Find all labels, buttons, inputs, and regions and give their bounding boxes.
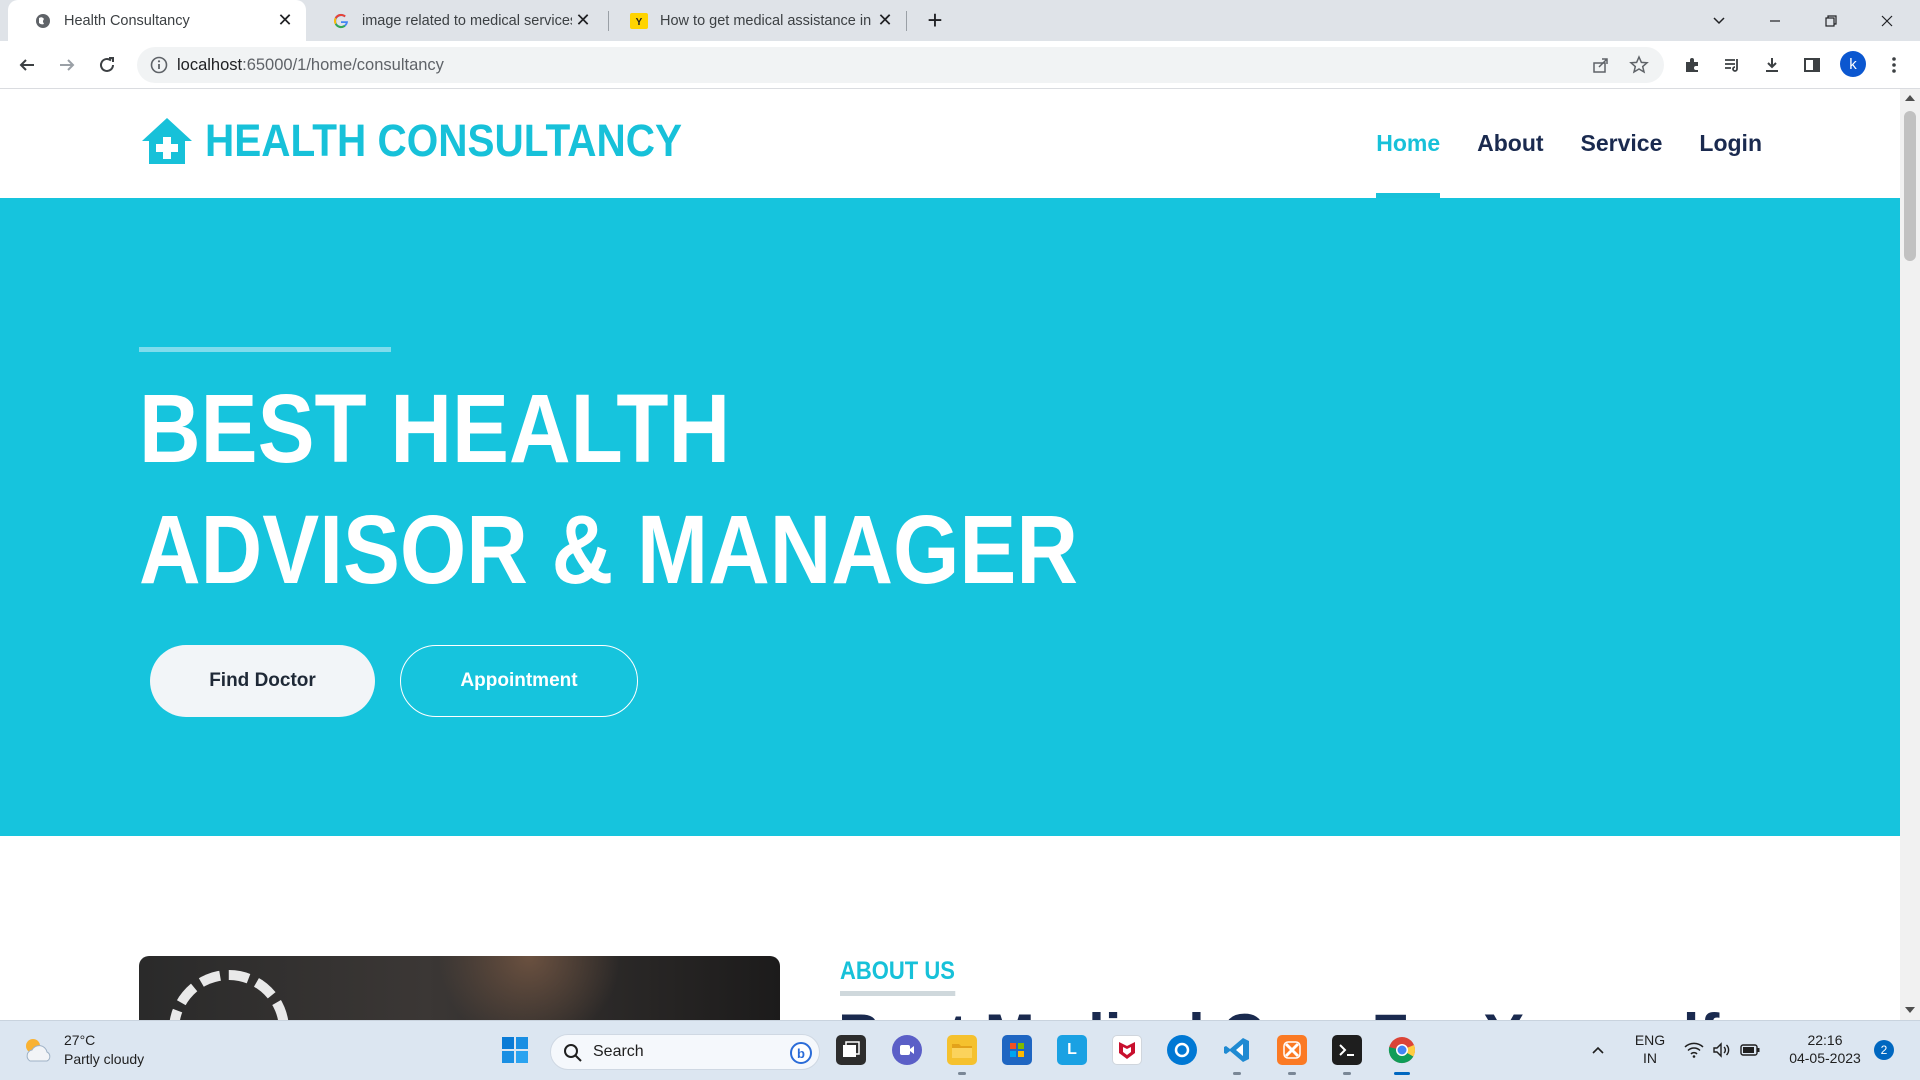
nav-about[interactable]: About: [1477, 89, 1543, 198]
tab-search-icon[interactable]: [1691, 0, 1747, 41]
terminal-icon[interactable]: [1332, 1035, 1362, 1065]
tab-title: Health Consultancy: [64, 12, 190, 29]
main-nav: Home About Service Login: [1339, 89, 1762, 198]
language-region: IN: [1643, 1050, 1657, 1066]
close-window-icon[interactable]: [1859, 0, 1915, 41]
gear-shape: [169, 970, 289, 1020]
wifi-icon[interactable]: [1682, 1035, 1706, 1065]
media-queue-icon[interactable]: [1718, 51, 1746, 79]
search-label: Search: [593, 1043, 644, 1060]
scroll-down-arrow-icon[interactable]: [1905, 1007, 1915, 1013]
tab-divider: [906, 11, 907, 31]
side-panel-icon[interactable]: [1798, 51, 1826, 79]
windows-taskbar: 27°C Partly cloudy Search b L ENG IN 22:…: [0, 1020, 1920, 1080]
mcafee-icon[interactable]: [1112, 1035, 1142, 1065]
clock-date: 04-05-2023: [1789, 1050, 1861, 1066]
find-doctor-button[interactable]: Find Doctor: [150, 645, 375, 717]
l-app-icon[interactable]: L: [1057, 1035, 1087, 1065]
profile-avatar[interactable]: k: [1840, 51, 1866, 77]
svg-text:Y: Y: [636, 17, 643, 28]
nav-home[interactable]: Home: [1376, 89, 1440, 198]
microsoft-store-icon[interactable]: [1002, 1035, 1032, 1065]
url-path: :65000/1/home/consultancy: [242, 56, 444, 74]
hero-title: BEST HEALTH ADVISOR & MANAGER: [139, 374, 1079, 604]
nav-login[interactable]: Login: [1699, 89, 1762, 198]
about-us-label: ABOUT US: [840, 957, 955, 996]
reload-icon[interactable]: [93, 51, 121, 79]
task-view-icon[interactable]: [836, 1035, 866, 1065]
globe-icon: [34, 12, 52, 30]
search-icon: [564, 1044, 582, 1062]
yellow-site-icon: Y: [630, 12, 648, 30]
scrollbar-thumb[interactable]: [1904, 111, 1916, 261]
chevron-up-icon[interactable]: [1586, 1035, 1610, 1065]
url-host: localhost: [177, 56, 243, 74]
running-indicator: [958, 1072, 966, 1075]
house-plus-icon: [142, 118, 192, 164]
running-indicator: [1288, 1072, 1296, 1075]
tab-image-search[interactable]: image related to medical services ✕: [306, 0, 604, 41]
brand-name: HEALTH CONSULTANCY: [205, 115, 682, 166]
scroll-up-arrow-icon[interactable]: [1905, 95, 1915, 101]
about-heading: Best Medical Care For Yourself: [838, 1001, 1719, 1020]
partly-cloudy-icon: [26, 1039, 51, 1062]
weather-condition: Partly cloudy: [64, 1051, 145, 1067]
browser-toolbar: localhost:65000/1/home/consultancy: [0, 41, 1920, 89]
forward-arrow-icon[interactable]: [53, 51, 81, 79]
running-indicator: [1343, 1072, 1351, 1075]
nav-service[interactable]: Service: [1581, 89, 1663, 198]
tab-medical-assistance[interactable]: Y How to get medical assistance in ✕: [604, 0, 906, 41]
tab-title: image related to medical services: [362, 12, 572, 29]
notification-badge[interactable]: 2: [1874, 1040, 1894, 1060]
share-icon[interactable]: [1587, 51, 1615, 79]
about-image: [139, 956, 780, 1020]
close-tab-icon[interactable]: ✕: [874, 10, 896, 32]
tab-title: How to get medical assistance in: [660, 12, 872, 29]
restore-icon[interactable]: [1803, 0, 1859, 41]
clock[interactable]: 22:16 04-05-2023: [1780, 1031, 1870, 1067]
clock-time: 22:16: [1807, 1032, 1843, 1048]
taskbar-search[interactable]: Search b: [550, 1034, 820, 1070]
bing-chat-icon[interactable]: b: [789, 1041, 813, 1065]
page-viewport: HEALTH CONSULTANCY Home About Service Lo…: [0, 89, 1900, 1020]
url-text: localhost:65000/1/home/consultancy: [177, 47, 444, 83]
minimize-icon[interactable]: [1747, 0, 1803, 41]
weather-widget[interactable]: 27°C Partly cloudy: [22, 1031, 144, 1069]
page-scrollbar[interactable]: [1900, 89, 1920, 1020]
xampp-icon[interactable]: [1277, 1035, 1307, 1065]
language-indicator[interactable]: ENG IN: [1630, 1031, 1670, 1067]
chrome-icon[interactable]: [1387, 1035, 1417, 1065]
windows-start-icon[interactable]: [500, 1035, 530, 1065]
bookmark-star-icon[interactable]: [1625, 51, 1653, 79]
tab-health-consultancy[interactable]: Health Consultancy ✕: [8, 0, 306, 41]
close-tab-icon[interactable]: ✕: [572, 10, 594, 32]
address-bar[interactable]: localhost:65000/1/home/consultancy: [137, 47, 1664, 83]
new-tab-button[interactable]: +: [921, 5, 949, 35]
running-indicator-active: [1394, 1072, 1410, 1075]
file-explorer-icon[interactable]: [947, 1035, 977, 1065]
extensions-icon[interactable]: [1678, 51, 1706, 79]
vs-code-icon[interactable]: [1222, 1035, 1252, 1065]
site-logo[interactable]: HEALTH CONSULTANCY: [139, 115, 735, 167]
cortana-icon[interactable]: [1167, 1035, 1197, 1065]
weather-temperature: 27°C: [64, 1032, 96, 1048]
battery-icon[interactable]: [1738, 1035, 1762, 1065]
hero-section: BEST HEALTH ADVISOR & MANAGER Find Docto…: [0, 198, 1900, 836]
google-icon: [332, 12, 350, 30]
teams-chat-icon[interactable]: [892, 1035, 922, 1065]
volume-icon[interactable]: [1710, 1035, 1734, 1065]
site-navbar: HEALTH CONSULTANCY Home About Service Lo…: [0, 89, 1900, 198]
appointment-button[interactable]: Appointment: [400, 645, 638, 717]
hero-accent-rule: [139, 347, 391, 352]
close-tab-icon[interactable]: ✕: [274, 10, 296, 32]
image-glow: [419, 956, 639, 1020]
svg-text:b: b: [797, 1046, 805, 1061]
menu-kebab-icon[interactable]: [1880, 51, 1908, 79]
back-arrow-icon[interactable]: [13, 51, 41, 79]
running-indicator: [1233, 1072, 1241, 1075]
language-code: ENG: [1634, 1032, 1666, 1048]
download-icon[interactable]: [1758, 51, 1786, 79]
site-info-icon[interactable]: [149, 55, 169, 75]
tab-strip: Health Consultancy ✕ image related to me…: [0, 0, 1920, 41]
